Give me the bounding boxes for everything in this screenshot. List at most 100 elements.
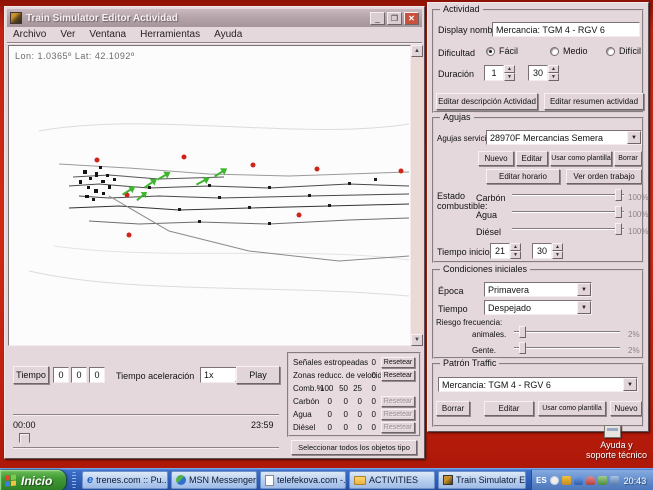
tray-user-blue-icon[interactable] <box>574 476 583 485</box>
tiempo-button[interactable]: Tiempo <box>13 366 49 384</box>
servicio-dropdown[interactable]: 28970F Mercancias Semera ▼ <box>486 130 642 145</box>
patron-dropdown[interactable]: Mercancia: TGM 4 - RGV 6 ▼ <box>438 377 638 392</box>
help-desktop-icon[interactable] <box>604 425 621 438</box>
help-desktop-label[interactable]: Ayuda y soporte técnico <box>586 440 647 460</box>
edit-summary-button[interactable]: Editar resumen actividad <box>544 93 644 110</box>
maximize-button[interactable]: ❐ <box>387 12 402 25</box>
tray-back-icon[interactable] <box>550 476 559 485</box>
agua-reset-button[interactable]: Resetear <box>381 409 415 420</box>
tray-user-red-icon[interactable] <box>586 476 595 485</box>
editar-horario-button[interactable]: Editar horario <box>486 169 560 184</box>
servicio-nuevo-button[interactable]: Nuevo <box>478 151 514 166</box>
minuto-spinner[interactable]: 30 ▲▼ <box>532 243 563 259</box>
diesel-slider[interactable] <box>512 223 624 235</box>
taskbtn-trenes[interactable]: e trenes.com :: Pu... <box>82 471 168 489</box>
radio-facil[interactable]: Fácil <box>486 46 518 56</box>
spin-down-icon[interactable]: ▼ <box>504 73 515 81</box>
diesel-v1: 0 <box>320 423 332 432</box>
taskbtn-msn[interactable]: MSN Messenger <box>171 471 257 489</box>
taskbtn-trainsim[interactable]: Train Simulator Ed... <box>438 471 526 489</box>
play-button[interactable]: Play <box>236 366 280 384</box>
taskbtn-telefekova[interactable]: telefekova.com -... <box>260 471 346 489</box>
clima-dropdown[interactable]: Despejado ▼ <box>484 300 592 315</box>
ver-orden-trabajo-button[interactable]: Ver orden trabajo <box>566 169 642 184</box>
title-bar[interactable]: Train Simulator Editor Actividad _ ❐ ✕ <box>7 9 422 27</box>
menu-ayuda[interactable]: Ayuda <box>214 29 242 40</box>
tray-network-icon[interactable] <box>610 476 619 485</box>
quicklaunch-divider[interactable] <box>72 472 76 488</box>
carbon-slider-thumb[interactable] <box>615 189 622 201</box>
epoca-label: Época <box>438 286 464 296</box>
tray-home-icon[interactable] <box>598 476 607 485</box>
edit-description-button[interactable]: Editar descripción Actividad <box>436 93 538 110</box>
taskbtn-telefekova-label: telefekova.com -... <box>277 475 346 485</box>
spin-down-icon[interactable]: ▼ <box>552 251 563 259</box>
gente-slider-thumb[interactable] <box>519 342 526 354</box>
hora-spinner[interactable]: 21 ▲▼ <box>490 243 521 259</box>
spin-up-icon[interactable]: ▲ <box>504 65 515 73</box>
patron-editar-button[interactable]: Editar <box>484 401 534 416</box>
servicio-plantilla-button[interactable]: Usar como plantilla <box>550 151 612 166</box>
tray-shield-icon[interactable] <box>562 476 571 485</box>
display-name-field[interactable]: Mercancia: TGM 4 - RGV 6 <box>492 22 640 37</box>
patron-nuevo-button[interactable]: Nuevo <box>610 401 642 416</box>
chevron-down-icon[interactable]: ▼ <box>577 283 591 296</box>
agua-v3: 0 <box>350 410 362 419</box>
menu-ventana[interactable]: Ventana <box>89 29 126 40</box>
chevron-down-icon[interactable]: ▼ <box>623 378 637 391</box>
spin-up-icon[interactable]: ▲ <box>510 243 521 251</box>
route-map-canvas[interactable]: Lon: 1.0365º Lat: 42.1092º <box>8 45 411 346</box>
menu-herramientas[interactable]: Herramientas <box>140 29 200 40</box>
time-hours-field[interactable]: 0 <box>53 367 69 383</box>
animales-slider[interactable] <box>514 326 620 338</box>
time-seconds-field[interactable]: 0 <box>89 367 105 383</box>
chevron-down-icon[interactable]: ▼ <box>627 131 641 144</box>
carbon-v3: 0 <box>350 397 362 406</box>
spin-down-icon[interactable]: ▼ <box>510 251 521 259</box>
radio-medio[interactable]: Medio <box>550 46 588 56</box>
patron-plantilla-button[interactable]: Usar como plantilla <box>538 401 606 416</box>
signals-reset-button[interactable]: Resetear <box>381 357 415 368</box>
spin-up-icon[interactable]: ▲ <box>548 65 559 73</box>
chevron-down-icon[interactable]: ▼ <box>577 301 591 314</box>
start-button[interactable]: Inicio <box>0 470 66 490</box>
radio-medio-circle <box>550 47 559 56</box>
taskbar-clock[interactable]: 20:43 <box>624 476 647 486</box>
agua-v2: 0 <box>336 410 348 419</box>
epoca-dropdown[interactable]: Primavera ▼ <box>484 282 592 297</box>
servicio-editar-button[interactable]: Editar <box>516 151 548 166</box>
timeline-slider-thumb[interactable] <box>19 433 30 448</box>
condiciones-group: Condiciones iniciales Época Primavera ▼ … <box>432 269 644 359</box>
minimize-button[interactable]: _ <box>370 12 385 25</box>
taskbtn-activities-folder[interactable]: ACTIVITIES <box>349 471 435 489</box>
duracion-hours-spinner[interactable]: 1 ▲▼ <box>484 65 515 81</box>
radio-dificil[interactable]: Difícil <box>606 46 641 56</box>
duracion-minutes-spinner[interactable]: 30 ▲▼ <box>528 65 559 81</box>
gente-slider[interactable] <box>514 342 620 354</box>
gente-pct: 2% <box>628 346 640 355</box>
menu-ver[interactable]: Ver <box>60 29 75 40</box>
spin-down-icon[interactable]: ▼ <box>548 73 559 81</box>
carbon-reset-button[interactable]: Resetear <box>381 396 415 407</box>
language-indicator[interactable]: ES <box>536 476 547 485</box>
select-all-objects-button[interactable]: Seleccionar todos los objetos tipo <box>291 440 417 455</box>
diesel-slider-thumb[interactable] <box>615 223 622 235</box>
diesel-reset-button[interactable]: Resetear <box>381 422 415 433</box>
taskbtn-trenes-label: trenes.com :: Pu... <box>96 475 168 485</box>
speedzones-reset-button[interactable]: Resetear <box>381 370 415 381</box>
time-minutes-field[interactable]: 0 <box>71 367 87 383</box>
servicio-borrar-button[interactable]: Borrar <box>614 151 642 166</box>
agua-slider[interactable] <box>512 206 624 218</box>
animales-slider-thumb[interactable] <box>519 326 526 338</box>
map-vertical-scrollbar[interactable]: ▲ ▼ <box>411 45 423 346</box>
close-button[interactable]: ✕ <box>404 12 419 25</box>
fuel-col-50: 50 <box>336 384 348 393</box>
patron-traffic-group: Patrón Traffic Mercancia: TGM 4 - RGV 6 … <box>432 363 644 427</box>
scroll-down-icon[interactable]: ▼ <box>411 334 423 346</box>
scroll-up-icon[interactable]: ▲ <box>411 45 423 57</box>
menu-archivo[interactable]: Archivo <box>13 29 46 40</box>
spin-up-icon[interactable]: ▲ <box>552 243 563 251</box>
agua-slider-thumb[interactable] <box>615 206 622 218</box>
carbon-slider[interactable] <box>512 189 624 201</box>
patron-borrar-button[interactable]: Borrar <box>436 401 470 416</box>
